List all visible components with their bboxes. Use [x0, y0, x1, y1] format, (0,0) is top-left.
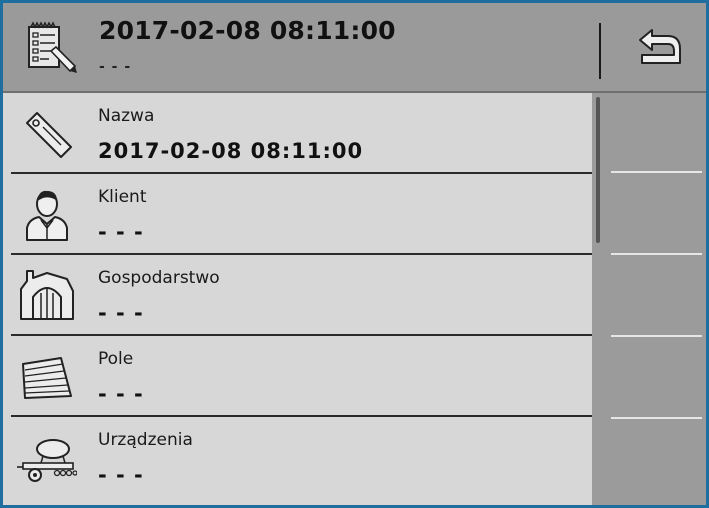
terminal-frame: 2017-02-08 08:11:00 - - - Nazwa 2017-02-…: [0, 0, 709, 508]
scrollbar-thumb[interactable]: [596, 97, 600, 243]
header-separator: [599, 23, 601, 79]
field-value: - - -: [98, 301, 144, 325]
field-row-klient[interactable]: Klient - - -: [3, 174, 592, 255]
softkey-3[interactable]: [603, 257, 706, 337]
task-list-icon: [28, 21, 77, 73]
softkey-5[interactable]: [603, 421, 706, 501]
field-label: Gospodarstwo: [98, 268, 220, 288]
tag-icon: [26, 112, 72, 158]
page-subtitle: - - -: [99, 59, 132, 75]
field-row-pole[interactable]: Pole - - -: [3, 336, 592, 417]
field-label: Pole: [98, 349, 134, 369]
farm-icon: [20, 270, 74, 320]
back-arrow-icon: [639, 29, 681, 64]
field-value: - - -: [98, 382, 144, 406]
field-label: Urządzenia: [98, 430, 193, 450]
field-value: 2017-02-08 08:11:00: [98, 139, 364, 163]
softkey-1[interactable]: [603, 93, 706, 173]
softkey-2[interactable]: [603, 175, 706, 255]
header-bar: 2017-02-08 08:11:00 - - -: [3, 3, 706, 93]
machine-icon: [17, 439, 77, 482]
softkey-column: [603, 93, 706, 505]
field-value: - - -: [98, 220, 144, 244]
field-list: Nazwa 2017-02-08 08:11:00 Klient - - - G…: [3, 93, 592, 505]
field-row-urzadzenia[interactable]: Urządzenia - - -: [3, 417, 592, 498]
page-title: 2017-02-08 08:11:00: [99, 16, 396, 45]
back-button[interactable]: [615, 11, 703, 83]
field-row-nazwa[interactable]: Nazwa 2017-02-08 08:11:00: [3, 93, 592, 174]
field-label: Klient: [98, 187, 147, 207]
softkey-4[interactable]: [603, 339, 706, 419]
field-label: Nazwa: [98, 106, 155, 126]
field-icon: [22, 357, 72, 399]
field-value: - - -: [98, 463, 144, 487]
customer-icon: [26, 190, 68, 241]
field-row-gospodarstwo[interactable]: Gospodarstwo - - -: [3, 255, 592, 336]
